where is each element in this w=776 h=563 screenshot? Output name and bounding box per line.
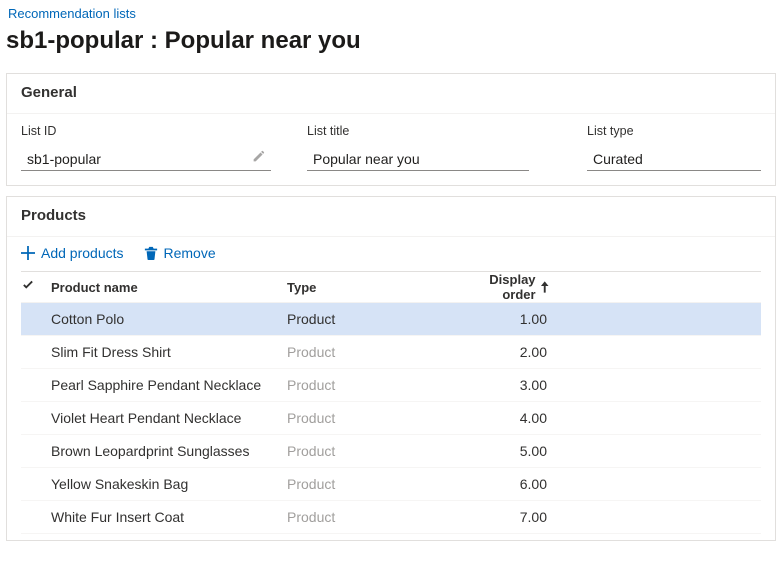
table-row[interactable]: Pearl Sapphire Pendant NecklaceProduct3.… [21,369,761,402]
breadcrumb[interactable]: Recommendation lists [8,6,776,21]
list-id-label: List ID [21,124,271,138]
page-title: sb1-popular : Popular near you [6,27,776,55]
table-row[interactable]: Violet Heart Pendant NecklaceProduct4.00 [21,402,761,435]
products-header: Products [7,197,775,237]
table-row[interactable]: White Fur Insert CoatProduct7.00 [21,501,761,534]
cell-display-order: 5.00 [457,443,549,459]
cell-type: Product [287,410,457,426]
cell-display-order: 4.00 [457,410,549,426]
list-type-label: List type [587,124,761,138]
list-title-input[interactable] [307,148,529,171]
cell-display-order: 7.00 [457,509,549,525]
table-row[interactable]: Brown Leopardprint SunglassesProduct5.00 [21,435,761,468]
cell-product-name: Violet Heart Pendant Necklace [47,410,287,426]
cell-product-name: Brown Leopardprint Sunglasses [47,443,287,459]
general-section: General List ID List title List type [6,73,776,186]
add-products-button[interactable]: Add products [21,245,124,261]
cell-display-order: 3.00 [457,377,549,393]
cell-product-name: Slim Fit Dress Shirt [47,344,287,360]
remove-button[interactable]: Remove [144,245,216,261]
products-section: Products Add products Remove Product nam… [6,196,776,541]
cell-product-name: Yellow Snakeskin Bag [47,476,287,492]
cell-display-order: 6.00 [457,476,549,492]
cell-product-name: Cotton Polo [47,311,287,327]
cell-display-order: 2.00 [457,344,549,360]
cell-product-name: Pearl Sapphire Pendant Necklace [47,377,287,393]
cell-type: Product [287,344,457,360]
cell-type: Product [287,311,457,327]
general-header: General [7,74,775,114]
remove-label: Remove [164,245,216,261]
col-product-name[interactable]: Product name [47,280,287,295]
table-row[interactable]: Slim Fit Dress ShirtProduct2.00 [21,336,761,369]
cell-type: Product [287,476,457,492]
cell-product-name: White Fur Insert Coat [47,509,287,525]
col-display-order[interactable]: Display order [457,272,549,302]
col-type[interactable]: Type [287,280,457,295]
cell-display-order: 1.00 [457,311,549,327]
sort-asc-icon [540,281,549,293]
cell-type: Product [287,443,457,459]
cell-type: Product [287,509,457,525]
add-products-label: Add products [41,245,124,261]
cell-type: Product [287,377,457,393]
add-icon [21,246,35,260]
trash-icon [144,246,158,260]
list-title-label: List title [307,124,529,138]
table-row[interactable]: Cotton PoloProduct1.00 [21,303,761,336]
table-row[interactable]: Yellow Snakeskin BagProduct6.00 [21,468,761,501]
check-icon[interactable] [21,279,35,293]
list-id-input[interactable] [21,148,271,171]
products-table-header: Product name Type Display order [21,271,761,303]
list-type-input[interactable] [587,148,761,171]
